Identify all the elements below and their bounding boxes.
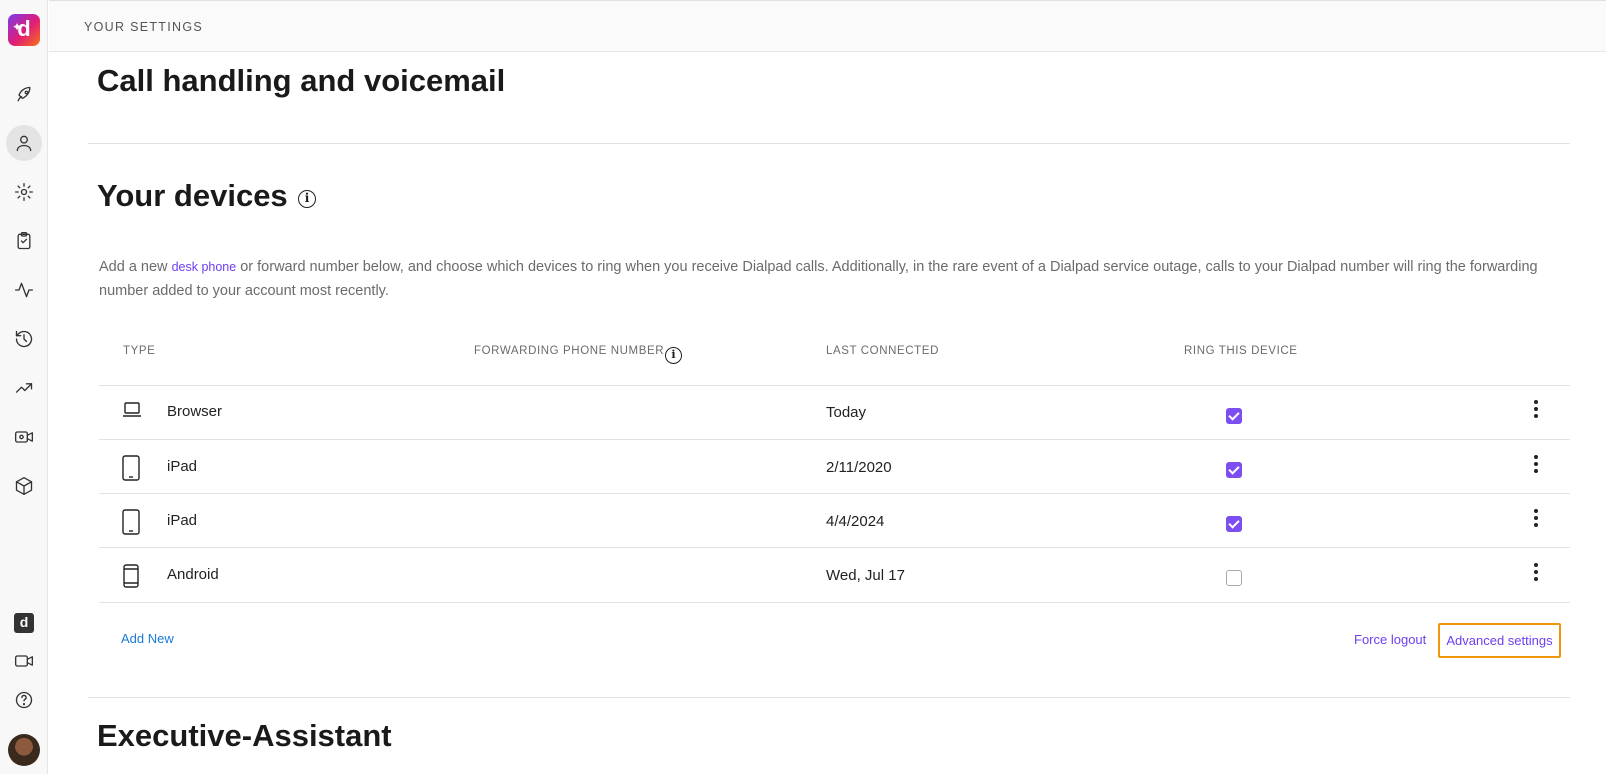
divider (88, 143, 1570, 144)
device-type: iPad (167, 458, 198, 475)
device-type: Android (167, 566, 219, 583)
devices-description: Add a new desk phone or forward number b… (99, 255, 1559, 303)
device-type: Browser (167, 403, 223, 420)
column-header-forwarding: FORWARDING PHONE NUMBER (474, 345, 665, 357)
section-title-call-handling: Call handling and voicemail (97, 63, 506, 98)
section-title-executive-assistant: Executive-Assistant (97, 718, 392, 753)
laptop-icon (122, 401, 142, 424)
user-icon[interactable] (6, 125, 42, 161)
video-settings-icon[interactable] (6, 419, 42, 455)
last-connected: Wed, Jul 17 (826, 567, 905, 584)
activity-icon[interactable] (6, 272, 42, 308)
row-menu-button[interactable] (1528, 398, 1544, 420)
row-menu-button[interactable] (1528, 453, 1544, 475)
row-divider (99, 385, 1570, 386)
force-logout-button[interactable]: Force logout (1354, 632, 1426, 647)
device-type: iPad (167, 512, 198, 529)
divider (88, 697, 1570, 698)
add-new-button[interactable]: Add New (121, 631, 174, 646)
trending-icon[interactable] (6, 370, 42, 406)
desk-phone-link[interactable]: desk phone (172, 260, 237, 274)
ring-checkbox[interactable] (1226, 516, 1242, 532)
description-text: or forward number below, and choose whic… (99, 259, 1538, 299)
row-divider (99, 547, 1570, 548)
dialpad-logo[interactable]: ✦ d (8, 14, 40, 46)
advanced-settings-button[interactable]: Advanced settings (1438, 623, 1561, 658)
ring-checkbox[interactable] (1226, 570, 1242, 586)
left-rail: ✦ d d (0, 0, 48, 774)
row-divider (99, 493, 1570, 494)
history-icon[interactable] (6, 321, 42, 357)
row-menu-button[interactable] (1528, 507, 1544, 529)
column-header-ring: RING THIS DEVICE (1184, 345, 1298, 357)
tablet-icon (122, 455, 140, 486)
ring-checkbox[interactable] (1226, 462, 1242, 478)
breadcrumb: YOUR SETTINGS (84, 20, 203, 34)
rocket-icon[interactable] (6, 77, 42, 113)
last-connected: 4/4/2024 (826, 513, 885, 530)
clipboard-icon[interactable] (6, 223, 42, 259)
column-header-last-connected: LAST CONNECTED (826, 345, 939, 357)
phone-icon (122, 564, 140, 593)
section-title-devices: Your devices (97, 178, 288, 213)
dialpad-app-icon[interactable]: d (6, 605, 42, 641)
tablet-icon (122, 509, 140, 540)
description-text: Add a new (99, 259, 172, 275)
avatar[interactable] (8, 734, 40, 766)
info-icon[interactable]: i (298, 190, 316, 208)
row-menu-button[interactable] (1528, 561, 1544, 583)
forwarding-info-icon[interactable]: i (665, 347, 682, 364)
last-connected: 2/11/2020 (826, 459, 892, 476)
row-divider (99, 439, 1570, 440)
video-icon[interactable] (6, 643, 42, 679)
gear-icon[interactable] (6, 174, 42, 210)
column-header-type: TYPE (123, 345, 156, 357)
help-icon[interactable] (6, 682, 42, 718)
box-icon[interactable] (6, 468, 42, 504)
ring-checkbox[interactable] (1226, 408, 1242, 424)
top-bar: YOUR SETTINGS (49, 0, 1606, 52)
row-divider (99, 602, 1570, 603)
last-connected: Today (826, 404, 867, 421)
